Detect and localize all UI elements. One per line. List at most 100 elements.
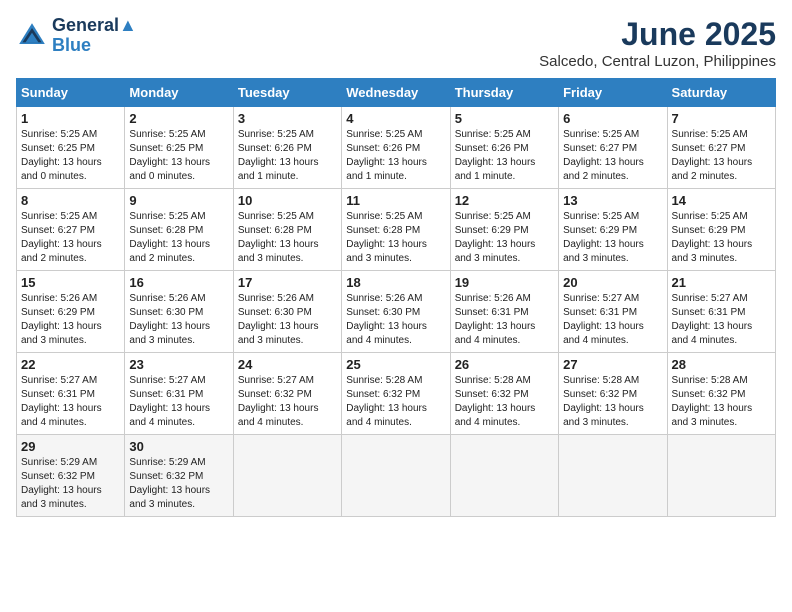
day-info: Sunrise: 5:25 AMSunset: 6:29 PMDaylight:… xyxy=(455,211,536,264)
calendar-week-3: 15 Sunrise: 5:26 AMSunset: 6:29 PMDaylig… xyxy=(17,271,776,353)
calendar-cell xyxy=(450,435,558,517)
day-info: Sunrise: 5:28 AMSunset: 6:32 PMDaylight:… xyxy=(455,375,536,428)
day-number: 9 xyxy=(129,193,228,208)
calendar-cell: 26 Sunrise: 5:28 AMSunset: 6:32 PMDaylig… xyxy=(450,353,558,435)
calendar-cell: 19 Sunrise: 5:26 AMSunset: 6:31 PMDaylig… xyxy=(450,271,558,353)
day-info: Sunrise: 5:25 AMSunset: 6:26 PMDaylight:… xyxy=(346,129,427,182)
calendar-cell: 7 Sunrise: 5:25 AMSunset: 6:27 PMDayligh… xyxy=(667,107,775,189)
calendar-cell: 22 Sunrise: 5:27 AMSunset: 6:31 PMDaylig… xyxy=(17,353,125,435)
day-info: Sunrise: 5:25 AMSunset: 6:28 PMDaylight:… xyxy=(129,211,210,264)
calendar-cell xyxy=(233,435,341,517)
day-number: 3 xyxy=(238,111,337,126)
calendar-cell: 17 Sunrise: 5:26 AMSunset: 6:30 PMDaylig… xyxy=(233,271,341,353)
day-number: 22 xyxy=(21,357,120,372)
day-info: Sunrise: 5:28 AMSunset: 6:32 PMDaylight:… xyxy=(346,375,427,428)
weekday-header-friday: Friday xyxy=(559,79,667,107)
calendar-cell: 28 Sunrise: 5:28 AMSunset: 6:32 PMDaylig… xyxy=(667,353,775,435)
day-number: 25 xyxy=(346,357,445,372)
calendar-cell xyxy=(559,435,667,517)
day-info: Sunrise: 5:25 AMSunset: 6:26 PMDaylight:… xyxy=(455,129,536,182)
page-header: General▲ Blue June 2025 Salcedo, Central… xyxy=(16,16,776,70)
day-number: 13 xyxy=(563,193,662,208)
day-number: 30 xyxy=(129,439,228,454)
calendar-cell: 23 Sunrise: 5:27 AMSunset: 6:31 PMDaylig… xyxy=(125,353,233,435)
logo: General▲ Blue xyxy=(16,16,137,56)
day-number: 12 xyxy=(455,193,554,208)
calendar-week-2: 8 Sunrise: 5:25 AMSunset: 6:27 PMDayligh… xyxy=(17,189,776,271)
day-info: Sunrise: 5:25 AMSunset: 6:25 PMDaylight:… xyxy=(129,129,210,182)
calendar-cell: 5 Sunrise: 5:25 AMSunset: 6:26 PMDayligh… xyxy=(450,107,558,189)
day-number: 23 xyxy=(129,357,228,372)
calendar-cell: 14 Sunrise: 5:25 AMSunset: 6:29 PMDaylig… xyxy=(667,189,775,271)
day-info: Sunrise: 5:27 AMSunset: 6:31 PMDaylight:… xyxy=(563,293,644,346)
calendar-week-5: 29 Sunrise: 5:29 AMSunset: 6:32 PMDaylig… xyxy=(17,435,776,517)
day-info: Sunrise: 5:26 AMSunset: 6:29 PMDaylight:… xyxy=(21,293,102,346)
title-block: June 2025 Salcedo, Central Luzon, Philip… xyxy=(539,16,776,70)
day-info: Sunrise: 5:25 AMSunset: 6:25 PMDaylight:… xyxy=(21,129,102,182)
weekday-header-monday: Monday xyxy=(125,79,233,107)
day-number: 6 xyxy=(563,111,662,126)
day-number: 24 xyxy=(238,357,337,372)
day-info: Sunrise: 5:29 AMSunset: 6:32 PMDaylight:… xyxy=(21,457,102,510)
day-number: 28 xyxy=(672,357,771,372)
day-info: Sunrise: 5:27 AMSunset: 6:31 PMDaylight:… xyxy=(129,375,210,428)
calendar-cell: 18 Sunrise: 5:26 AMSunset: 6:30 PMDaylig… xyxy=(342,271,450,353)
calendar-cell: 4 Sunrise: 5:25 AMSunset: 6:26 PMDayligh… xyxy=(342,107,450,189)
calendar-cell: 11 Sunrise: 5:25 AMSunset: 6:28 PMDaylig… xyxy=(342,189,450,271)
day-number: 18 xyxy=(346,275,445,290)
day-number: 7 xyxy=(672,111,771,126)
day-number: 2 xyxy=(129,111,228,126)
day-info: Sunrise: 5:26 AMSunset: 6:31 PMDaylight:… xyxy=(455,293,536,346)
location-title: Salcedo, Central Luzon, Philippines xyxy=(539,53,776,70)
calendar-body: 1 Sunrise: 5:25 AMSunset: 6:25 PMDayligh… xyxy=(17,107,776,517)
month-title: June 2025 xyxy=(539,16,776,53)
day-number: 5 xyxy=(455,111,554,126)
day-number: 17 xyxy=(238,275,337,290)
calendar-cell: 15 Sunrise: 5:26 AMSunset: 6:29 PMDaylig… xyxy=(17,271,125,353)
day-info: Sunrise: 5:28 AMSunset: 6:32 PMDaylight:… xyxy=(563,375,644,428)
day-number: 29 xyxy=(21,439,120,454)
calendar-cell: 12 Sunrise: 5:25 AMSunset: 6:29 PMDaylig… xyxy=(450,189,558,271)
calendar-cell: 13 Sunrise: 5:25 AMSunset: 6:29 PMDaylig… xyxy=(559,189,667,271)
calendar-cell: 25 Sunrise: 5:28 AMSunset: 6:32 PMDaylig… xyxy=(342,353,450,435)
day-number: 19 xyxy=(455,275,554,290)
weekday-header-row: SundayMondayTuesdayWednesdayThursdayFrid… xyxy=(17,79,776,107)
calendar-cell: 29 Sunrise: 5:29 AMSunset: 6:32 PMDaylig… xyxy=(17,435,125,517)
calendar-cell xyxy=(342,435,450,517)
calendar-cell: 16 Sunrise: 5:26 AMSunset: 6:30 PMDaylig… xyxy=(125,271,233,353)
calendar-week-4: 22 Sunrise: 5:27 AMSunset: 6:31 PMDaylig… xyxy=(17,353,776,435)
calendar-week-1: 1 Sunrise: 5:25 AMSunset: 6:25 PMDayligh… xyxy=(17,107,776,189)
weekday-header-sunday: Sunday xyxy=(17,79,125,107)
day-info: Sunrise: 5:29 AMSunset: 6:32 PMDaylight:… xyxy=(129,457,210,510)
calendar-table: SundayMondayTuesdayWednesdayThursdayFrid… xyxy=(16,78,776,517)
calendar-cell: 6 Sunrise: 5:25 AMSunset: 6:27 PMDayligh… xyxy=(559,107,667,189)
day-info: Sunrise: 5:25 AMSunset: 6:27 PMDaylight:… xyxy=(563,129,644,182)
day-number: 21 xyxy=(672,275,771,290)
calendar-cell: 27 Sunrise: 5:28 AMSunset: 6:32 PMDaylig… xyxy=(559,353,667,435)
logo-icon xyxy=(16,20,48,52)
day-number: 20 xyxy=(563,275,662,290)
day-info: Sunrise: 5:26 AMSunset: 6:30 PMDaylight:… xyxy=(129,293,210,346)
logo-text: General▲ Blue xyxy=(52,16,137,56)
day-number: 26 xyxy=(455,357,554,372)
day-info: Sunrise: 5:27 AMSunset: 6:32 PMDaylight:… xyxy=(238,375,319,428)
calendar-cell: 1 Sunrise: 5:25 AMSunset: 6:25 PMDayligh… xyxy=(17,107,125,189)
weekday-header-tuesday: Tuesday xyxy=(233,79,341,107)
day-info: Sunrise: 5:25 AMSunset: 6:28 PMDaylight:… xyxy=(238,211,319,264)
day-number: 10 xyxy=(238,193,337,208)
calendar-cell: 20 Sunrise: 5:27 AMSunset: 6:31 PMDaylig… xyxy=(559,271,667,353)
weekday-header-saturday: Saturday xyxy=(667,79,775,107)
weekday-header-thursday: Thursday xyxy=(450,79,558,107)
day-number: 1 xyxy=(21,111,120,126)
day-number: 14 xyxy=(672,193,771,208)
day-number: 27 xyxy=(563,357,662,372)
calendar-cell: 9 Sunrise: 5:25 AMSunset: 6:28 PMDayligh… xyxy=(125,189,233,271)
calendar-cell: 21 Sunrise: 5:27 AMSunset: 6:31 PMDaylig… xyxy=(667,271,775,353)
day-info: Sunrise: 5:25 AMSunset: 6:27 PMDaylight:… xyxy=(21,211,102,264)
day-info: Sunrise: 5:25 AMSunset: 6:29 PMDaylight:… xyxy=(672,211,753,264)
day-info: Sunrise: 5:26 AMSunset: 6:30 PMDaylight:… xyxy=(346,293,427,346)
day-info: Sunrise: 5:26 AMSunset: 6:30 PMDaylight:… xyxy=(238,293,319,346)
calendar-cell: 24 Sunrise: 5:27 AMSunset: 6:32 PMDaylig… xyxy=(233,353,341,435)
day-number: 16 xyxy=(129,275,228,290)
day-number: 8 xyxy=(21,193,120,208)
